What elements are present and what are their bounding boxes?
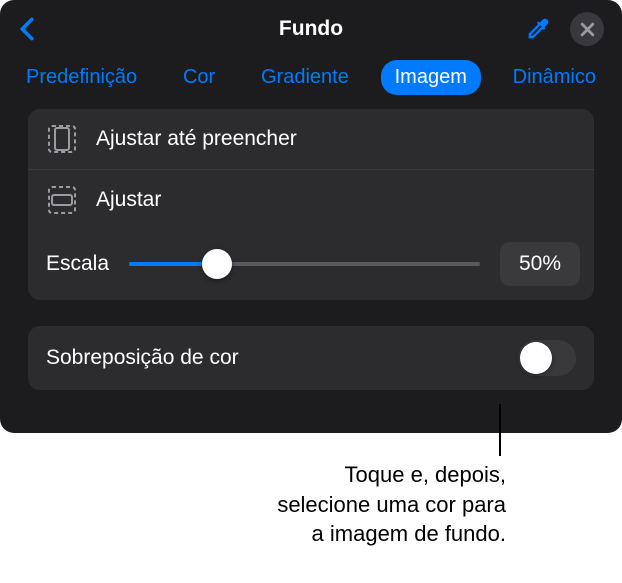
scale-to-fill-icon <box>46 123 78 155</box>
header-actions <box>524 12 604 46</box>
option-label: Ajustar até preencher <box>96 127 297 151</box>
scale-slider-row: Escala 50% <box>28 230 594 300</box>
background-panel: Fundo Predefinição Cor Gradiente Imagem … <box>0 0 622 433</box>
color-overlay-label: Sobreposição de cor <box>46 346 239 370</box>
callout-line <box>499 404 501 456</box>
scale-to-fit-icon <box>46 184 78 216</box>
callout-line-3: a imagem de fundo. <box>277 519 506 549</box>
eyedropper-button[interactable] <box>524 15 552 43</box>
close-icon <box>580 22 595 37</box>
scale-label: Escala <box>46 252 109 276</box>
option-scale-to-fit[interactable]: Ajustar <box>28 169 594 230</box>
tab-image[interactable]: Imagem <box>381 60 481 95</box>
option-scale-to-fill[interactable]: Ajustar até preencher <box>28 109 594 169</box>
tab-gradient[interactable]: Gradiente <box>247 60 363 95</box>
color-overlay-row: Sobreposição de cor <box>28 326 594 390</box>
overlay-group: Sobreposição de cor <box>28 326 594 390</box>
background-tabs: Predefinição Cor Gradiente Imagem Dinâmi… <box>0 56 622 109</box>
panel-content: Ajustar até preencher Ajustar Escala 50% <box>0 109 622 390</box>
close-button[interactable] <box>570 12 604 46</box>
panel-header: Fundo <box>0 0 622 56</box>
toggle-thumb <box>520 342 552 374</box>
chevron-left-icon <box>19 17 35 41</box>
tab-preset[interactable]: Predefinição <box>12 60 151 95</box>
scale-value[interactable]: 50% <box>500 242 580 286</box>
tab-color[interactable]: Cor <box>169 60 229 95</box>
color-overlay-toggle[interactable] <box>518 340 576 376</box>
tab-dynamic[interactable]: Dinâmico <box>499 60 610 95</box>
callout-text: Toque e, depois, selecione uma cor para … <box>277 460 506 549</box>
slider-thumb[interactable] <box>202 249 232 279</box>
option-label: Ajustar <box>96 188 161 212</box>
scale-options-group: Ajustar até preencher Ajustar Escala 50% <box>28 109 594 300</box>
eyedropper-icon <box>524 15 552 43</box>
callout-line-1: Toque e, depois, <box>277 460 506 490</box>
panel-title: Fundo <box>279 17 343 41</box>
back-button[interactable] <box>18 15 36 43</box>
scale-slider[interactable] <box>129 262 480 266</box>
callout-line-2: selecione uma cor para <box>277 490 506 520</box>
